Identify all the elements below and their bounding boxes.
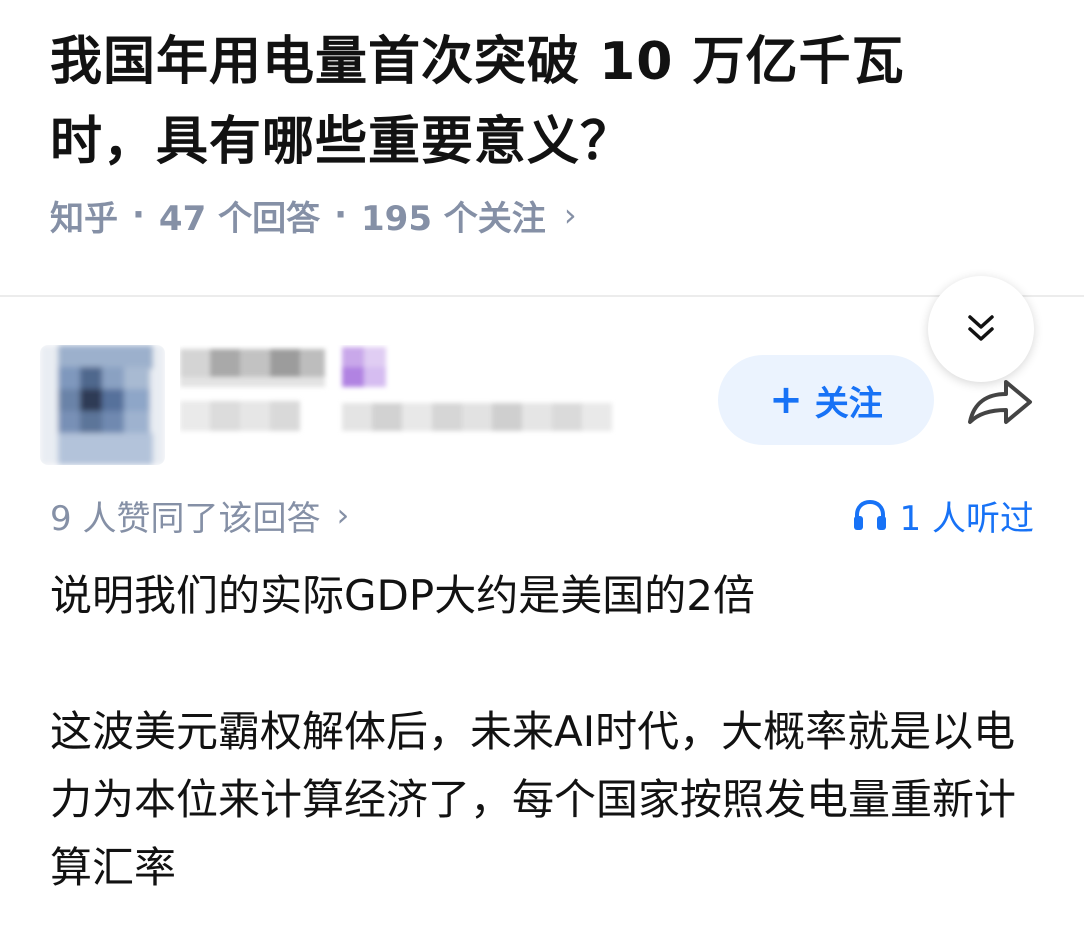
source-label: 知乎 [50, 198, 118, 239]
separator-dot: · [132, 195, 145, 235]
question-meta[interactable]: 知乎 · 47 个回答 · 195 个关注 › [50, 190, 577, 240]
answers-count: 47 个回答 [158, 198, 321, 239]
followers-count: 195 个关注 [361, 198, 546, 239]
headphones-icon [853, 499, 886, 530]
follow-button-label: 关注 [814, 383, 883, 424]
plus-icon: + [769, 377, 803, 423]
author-avatar[interactable] [40, 345, 165, 465]
follow-button[interactable]: + 关注 [718, 355, 934, 445]
share-button[interactable] [962, 372, 1038, 432]
listened-text: 1 人听过 [899, 498, 1034, 539]
section-divider [0, 295, 1084, 297]
double-chevron-down-icon [968, 315, 994, 341]
answer-content[interactable]: 说明我们的实际GDP大约是美国的2倍 这波美元霸权解体后，未来AI时代，大概率就… [50, 562, 1040, 902]
answer-paragraph: 说明我们的实际GDP大约是美国的2倍 [50, 571, 755, 620]
chevron-right-icon: › [563, 196, 577, 234]
collapse-button[interactable] [928, 276, 1034, 382]
likes-summary[interactable]: 9 人赞同了该回答 › [50, 487, 349, 543]
answer-paragraph: 这波美元霸权解体后，未来AI时代，大概率就是以电力为本位来计算经济了，每个国家按… [50, 707, 1017, 892]
separator-dot: · [334, 195, 347, 235]
listened-count[interactable]: 1 人听过 [852, 487, 1034, 543]
share-arrow-icon [968, 380, 1032, 424]
author-name-obscured[interactable] [180, 345, 620, 455]
question-title[interactable]: 我国年用电量首次突破 10 万亿千瓦时，具有哪些重要意义？ [50, 22, 970, 182]
likes-text: 9 人赞同了该回答 [50, 498, 321, 539]
chevron-right-icon: › [336, 496, 350, 534]
